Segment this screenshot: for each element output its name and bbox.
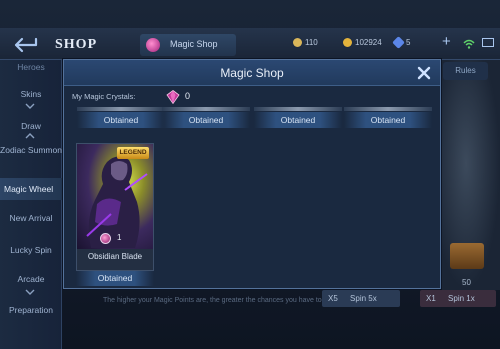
chest-threshold-value: 50 bbox=[462, 278, 471, 287]
shop-sidebar: Heroes Skins Draw Zodiac Summon Magic Wh… bbox=[0, 60, 62, 349]
modal-header: Magic Shop bbox=[64, 60, 440, 86]
spin-1x-label: Spin 1x bbox=[448, 294, 475, 303]
add-currency-button[interactable]: + bbox=[442, 33, 451, 50]
diamond-icon bbox=[392, 36, 405, 50]
close-glyph bbox=[417, 66, 431, 80]
gold-coin-icon bbox=[343, 38, 352, 48]
magic-crystal-icon bbox=[166, 90, 180, 105]
gold-counter[interactable]: 102924 bbox=[343, 38, 382, 48]
shop-slot-top-edge bbox=[344, 107, 432, 111]
magic-crystals-label: My Magic Crystals: bbox=[72, 92, 136, 101]
magic-crystal-icon bbox=[100, 233, 111, 244]
hero-silhouette bbox=[86, 156, 148, 248]
magic-shop-modal: Magic Shop My Magic Crystals: 0 Obtained… bbox=[63, 59, 441, 289]
rules-button[interactable]: Rules bbox=[443, 62, 488, 80]
battle-points-icon bbox=[293, 38, 302, 48]
spin-5x-label: Spin 5x bbox=[350, 294, 377, 303]
magic-crystal-glyph bbox=[166, 90, 180, 105]
shop-slot-top-edge bbox=[77, 107, 165, 111]
legend-badge: LEGEND bbox=[117, 147, 149, 159]
shop-topbar: SHOP Magic Shop 110 102924 5 + bbox=[0, 28, 500, 60]
slot-status-obtained: Obtained bbox=[77, 112, 165, 128]
magic-crystal-icon bbox=[146, 38, 160, 52]
sidebar-item-draw[interactable]: Draw bbox=[0, 121, 62, 131]
chevron-up-icon bbox=[25, 133, 35, 139]
tab-magic-shop-label: Magic Shop bbox=[170, 39, 218, 49]
back-arrow-icon[interactable] bbox=[12, 36, 44, 54]
shop-title: SHOP bbox=[55, 37, 98, 52]
sidebar-item-new-arrival[interactable]: New Arrival bbox=[0, 213, 62, 223]
battle-points-value: 110 bbox=[305, 38, 318, 47]
spin-1x-count: X1 bbox=[426, 294, 436, 303]
slot-status-obtained: Obtained bbox=[162, 112, 250, 128]
shop-slot-top-edge bbox=[254, 107, 342, 111]
treasure-chest-icon[interactable] bbox=[450, 243, 484, 269]
magic-crystals-count: 0 bbox=[185, 91, 191, 101]
chevron-down-icon bbox=[25, 289, 35, 295]
sidebar-item-lucky-spin[interactable]: Lucky Spin bbox=[0, 245, 62, 255]
skin-card-obsidian-blade[interactable]: LEGEND 1 Obsidian Blade bbox=[76, 143, 154, 271]
spin-5x-button[interactable]: X5 Spin 5x bbox=[322, 290, 400, 307]
back-arrow-glyph bbox=[14, 37, 38, 53]
slot-status-obtained: Obtained bbox=[344, 112, 432, 128]
sidebar-item-heroes[interactable]: Heroes bbox=[0, 62, 62, 72]
sidebar-item-zodiac-summon[interactable]: Zodiac Summon bbox=[0, 145, 62, 156]
diamond-value: 5 bbox=[406, 38, 411, 47]
skin-status-obtained: Obtained bbox=[76, 271, 154, 286]
sidebar-item-preparation[interactable]: Preparation bbox=[0, 305, 62, 315]
wifi-icon bbox=[463, 36, 475, 49]
slot-status-obtained: Obtained bbox=[254, 112, 342, 128]
sidebar-item-arcade[interactable]: Arcade bbox=[0, 274, 62, 284]
skin-name: Obsidian Blade bbox=[87, 252, 143, 261]
spin-1x-button[interactable]: X1 Spin 1x bbox=[420, 290, 496, 307]
skin-price: 1 bbox=[117, 233, 122, 242]
wifi-glyph bbox=[463, 39, 475, 49]
shop-slot-top-edge bbox=[162, 107, 250, 111]
sidebar-item-magic-wheel[interactable]: Magic Wheel bbox=[0, 178, 62, 200]
diamond-counter[interactable]: 5 bbox=[392, 36, 411, 50]
mail-icon[interactable] bbox=[482, 38, 494, 47]
tab-magic-shop[interactable]: Magic Shop bbox=[140, 34, 236, 56]
modal-title: Magic Shop bbox=[220, 66, 284, 80]
sidebar-item-skins[interactable]: Skins bbox=[0, 89, 62, 99]
close-icon[interactable] bbox=[416, 65, 432, 81]
chevron-down-icon bbox=[25, 103, 35, 109]
battle-points-counter[interactable]: 110 bbox=[293, 38, 318, 48]
skin-artwork: LEGEND 1 bbox=[77, 144, 153, 249]
gold-value: 102924 bbox=[355, 38, 382, 47]
spin-5x-count: X5 bbox=[328, 294, 338, 303]
